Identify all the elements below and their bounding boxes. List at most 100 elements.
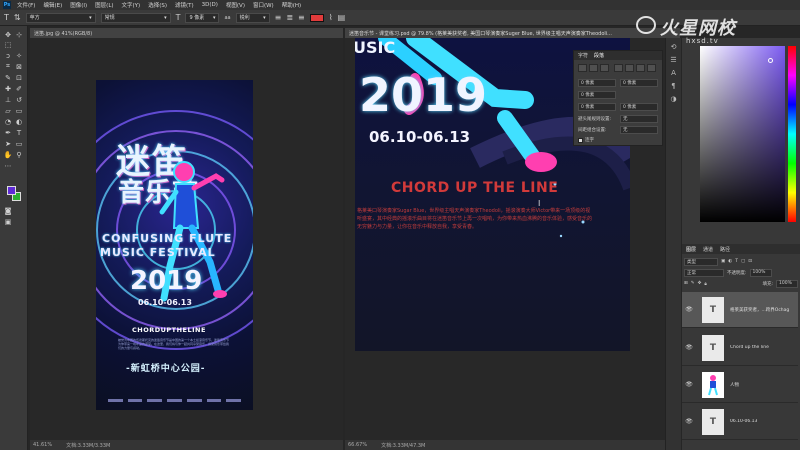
visibility-eye-icon[interactable]: 👁︎ xyxy=(684,418,694,425)
path-select-icon[interactable]: ➤ xyxy=(3,139,13,148)
text-orientation-icon[interactable]: ⇅ xyxy=(14,13,21,22)
fill-field[interactable]: 100% xyxy=(776,279,798,288)
frame-tool-icon[interactable]: ⊡ xyxy=(14,73,24,82)
layer-kind-filter[interactable]: 类型 xyxy=(684,257,718,266)
menu-select[interactable]: 选择(S) xyxy=(148,1,167,9)
body-text-layer[interactable]: 格莱美口琴演奏家Sugar Blue，世界级主唱天声演奏家Theodoli，摇滚… xyxy=(357,207,592,231)
layer-row[interactable]: 👁︎ T 06.10-06.13 xyxy=(682,404,798,440)
move-tool-icon[interactable]: ✥ xyxy=(3,30,13,39)
layer-name[interactable]: 格莱美获奖者，...跨界Ochag xyxy=(730,307,789,313)
paragraph-panel-icon[interactable]: ¶ xyxy=(669,82,679,90)
artboard-tool-icon[interactable]: ⊹ xyxy=(14,30,24,39)
visibility-eye-icon[interactable]: 👁︎ xyxy=(684,344,694,351)
stamp-tool-icon[interactable]: ⊥ xyxy=(3,95,13,104)
menu-view[interactable]: 视图(V) xyxy=(226,1,245,9)
hue-slider[interactable] xyxy=(788,46,796,222)
menu-window[interactable]: 窗口(W) xyxy=(253,1,274,9)
zoom-level[interactable]: 66.67% xyxy=(348,442,367,448)
layer-row[interactable]: 👁︎ 人物 xyxy=(682,367,798,403)
crop-tool-icon[interactable]: ⌗ xyxy=(3,62,13,71)
menu-help[interactable]: 帮助(H) xyxy=(282,1,301,9)
layer-name[interactable]: Chord up the line xyxy=(730,345,769,350)
menu-layer[interactable]: 图层(L) xyxy=(95,1,113,9)
brush-tool-icon[interactable]: ✐ xyxy=(14,84,24,93)
adjustment-filter-icon[interactable]: ◐ xyxy=(728,259,732,264)
headline-text-layer[interactable]: CHORD UP THE LINE xyxy=(391,180,558,196)
document-tab-2[interactable]: 迷笛音乐节 - 课堂练习.psd @ 79.8% (格莱美获奖者, 美国口琴演奏… xyxy=(345,28,680,38)
font-style-select[interactable]: 常规 ▾ xyxy=(100,12,171,23)
align-center-button[interactable] xyxy=(589,64,598,72)
align-center-icon[interactable]: ≣ xyxy=(286,13,293,22)
hyphenate-option[interactable]: 连字 xyxy=(578,137,594,143)
indent-first-line-field[interactable]: 0 像素 xyxy=(578,91,616,99)
tab-layers[interactable]: 图层 xyxy=(686,246,696,253)
zoom-level[interactable]: 41.61% xyxy=(33,442,52,448)
type-tool-icon[interactable]: T xyxy=(14,128,24,137)
layer-name[interactable]: 人物 xyxy=(730,382,739,388)
layer-row[interactable]: 👁︎ T 格莱美获奖者，...跨界Ochag xyxy=(682,292,798,328)
font-family-select[interactable]: 苹方 ▾ xyxy=(25,12,96,23)
type-filter-icon[interactable]: T xyxy=(735,259,738,264)
slice-tool-icon[interactable]: ⊠ xyxy=(14,62,24,71)
layer-name[interactable]: 06.10-06.13 xyxy=(730,419,757,424)
rectangle-tool-icon[interactable]: ▭ xyxy=(14,139,24,148)
more-tools-icon[interactable]: ⋯ xyxy=(3,161,13,170)
color-picker-cursor[interactable] xyxy=(768,58,773,63)
eyedropper-tool-icon[interactable]: ✎ xyxy=(3,73,13,82)
marquee-tool-icon[interactable]: ⬚ xyxy=(3,40,13,49)
visibility-eye-icon[interactable]: 👁︎ xyxy=(684,381,694,388)
menu-image[interactable]: 图像(I) xyxy=(70,1,87,9)
justify-last-center-button[interactable] xyxy=(625,64,634,72)
space-before-field[interactable]: 0 像素 xyxy=(578,103,616,111)
smart-filter-icon[interactable]: ⊡ xyxy=(748,259,752,264)
lock-pixels-icon[interactable]: ✎ xyxy=(691,281,695,286)
hand-tool-icon[interactable]: ✋ xyxy=(3,150,13,159)
lock-all-icon[interactable]: 🔒︎ xyxy=(704,281,706,287)
eraser-tool-icon[interactable]: ▱ xyxy=(3,106,13,115)
screen-mode-icon[interactable]: ▣ xyxy=(3,217,13,226)
blur-tool-icon[interactable]: ◔ xyxy=(3,117,13,126)
color-picker-field[interactable] xyxy=(700,46,785,222)
tab-paragraph[interactable]: 段落 xyxy=(594,52,604,59)
blend-mode-select[interactable]: 正常 xyxy=(684,268,724,277)
document-tab-1[interactable]: 迷笛.jpg @ 41%(RGB/8) xyxy=(30,28,343,38)
text-color-swatch[interactable] xyxy=(309,13,324,22)
adjustments-panel-icon[interactable]: ◑ xyxy=(669,95,679,103)
menu-file[interactable]: 文件(F) xyxy=(17,1,35,9)
align-right-icon[interactable]: ≡ xyxy=(298,13,305,22)
foreground-color-swatch[interactable] xyxy=(7,186,16,195)
anti-alias-select[interactable]: 锐利 ▾ xyxy=(235,12,270,23)
magic-wand-icon[interactable]: ✧ xyxy=(14,51,24,60)
history-brush-icon[interactable]: ↺ xyxy=(14,95,24,104)
lock-position-icon[interactable]: ✥ xyxy=(698,281,702,286)
zoom-tool-icon[interactable]: ⚲ xyxy=(14,150,24,159)
image-filter-icon[interactable]: ▣ xyxy=(721,259,725,264)
justify-all-button[interactable] xyxy=(647,64,656,72)
menu-3d[interactable]: 3D(D) xyxy=(202,2,218,8)
hyphenate-checkbox[interactable] xyxy=(578,137,583,143)
character-panel-icon[interactable]: ▤ xyxy=(338,13,346,22)
warp-text-icon[interactable]: ⌇ xyxy=(329,13,333,22)
mojikumi-select[interactable]: 无 xyxy=(620,126,658,134)
type-tool-icon[interactable]: T xyxy=(4,13,9,22)
tab-paths[interactable]: 路径 xyxy=(720,246,730,253)
justify-last-left-button[interactable] xyxy=(614,64,623,72)
opacity-field[interactable]: 100% xyxy=(749,268,772,277)
properties-panel-icon[interactable]: ☰ xyxy=(669,56,679,64)
visibility-eye-icon[interactable]: 👁︎ xyxy=(684,306,694,313)
dodge-tool-icon[interactable]: ◐ xyxy=(14,117,24,126)
kinsoku-select[interactable]: 无 xyxy=(620,115,658,123)
character-panel-icon[interactable]: A xyxy=(669,69,679,77)
indent-left-field[interactable]: 0 像素 xyxy=(578,79,616,87)
space-after-field[interactable]: 0 像素 xyxy=(620,103,658,111)
align-right-button[interactable] xyxy=(600,64,609,72)
tab-character[interactable]: 字符 xyxy=(578,52,588,59)
tab-channels[interactable]: 通道 xyxy=(703,246,713,253)
shape-filter-icon[interactable]: ▢ xyxy=(741,259,745,264)
justify-last-right-button[interactable] xyxy=(636,64,645,72)
healing-brush-icon[interactable]: ✚ xyxy=(3,84,13,93)
align-left-button[interactable] xyxy=(578,64,587,72)
align-left-icon[interactable]: ≡ xyxy=(275,13,282,22)
indent-right-field[interactable]: 0 像素 xyxy=(620,79,658,87)
menu-edit[interactable]: 编辑(E) xyxy=(43,1,62,9)
